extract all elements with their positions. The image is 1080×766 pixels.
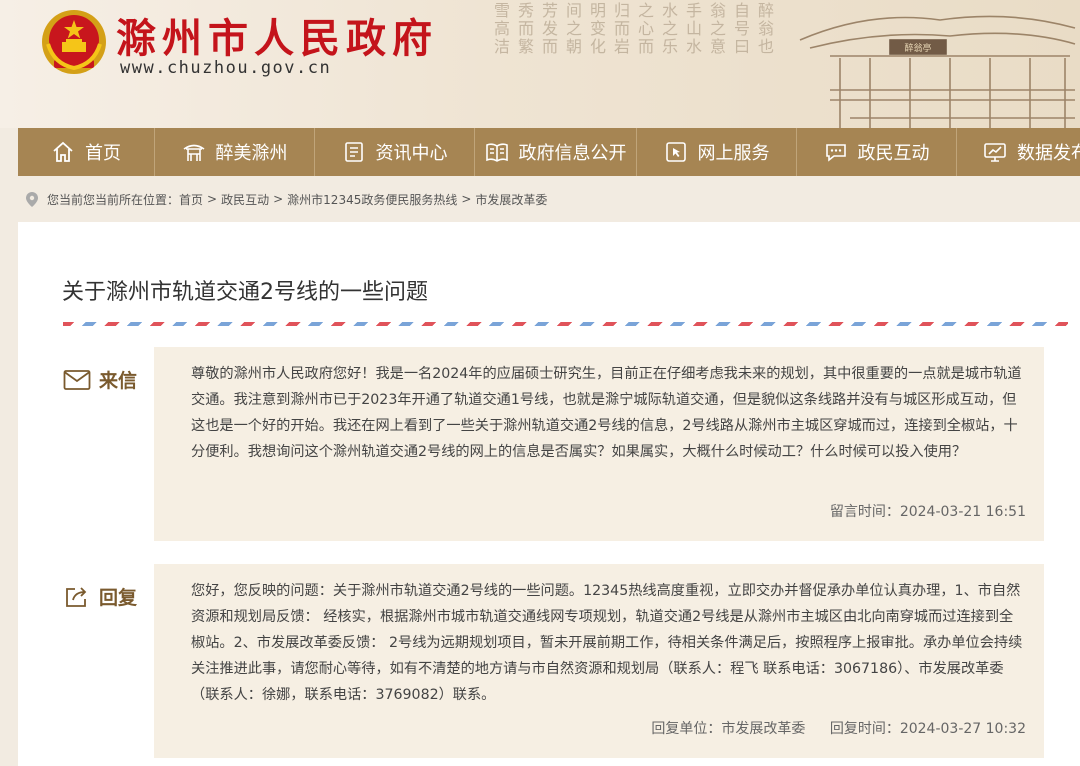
- location-pin-icon: [26, 191, 38, 207]
- breadcrumb: 您当前您当前所在位置： 首页 > 政民互动 > 滁州市12345政务便民服务热线…: [26, 186, 547, 212]
- calligraphy-column: 秀而繁: [518, 1, 535, 56]
- nav-item-interaction[interactable]: 政民互动: [797, 128, 957, 176]
- nav-item-label: 首页: [85, 143, 121, 164]
- page-title: 关于滁州市轨道交通2号线的一些问题: [62, 280, 428, 305]
- breadcrumb-separator: >: [273, 192, 284, 206]
- reply-unit: 市发展改革委: [721, 721, 806, 737]
- nav-item-label: 醉美滁州: [215, 143, 288, 164]
- nav-item-label: 资讯中心: [375, 143, 448, 164]
- calligraphy-column: 水之乐: [662, 1, 679, 56]
- calligraphy-column: 之心而: [638, 1, 655, 56]
- pavilion-icon: [183, 144, 204, 161]
- breadcrumb-link-department[interactable]: 市发展改革委: [475, 191, 547, 208]
- letter-box: 尊敬的滁州市人民政府您好！我是一名2024年的应届硕士研究生，目前正在仔细考虑我…: [154, 347, 1044, 541]
- chat-icon: [825, 144, 846, 162]
- calligraphy-column: 归而岩: [614, 1, 631, 56]
- share-reply-icon: [66, 586, 87, 607]
- nav-item-online-service[interactable]: 网上服务: [637, 128, 797, 176]
- reply-meta: 回复单位：市发展改革委 回复时间：2024-03-27 10:32: [651, 716, 1026, 742]
- content-panel: 关于滁州市轨道交通2号线的一些问题 来信 尊敬的滁州市人民政府您好！我是一名20…: [18, 222, 1080, 766]
- breadcrumb-link-hotline[interactable]: 滁州市12345政务便民服务热线: [287, 191, 457, 208]
- cursor-icon: [665, 142, 686, 162]
- calligraphy-column: 间之朝: [566, 1, 583, 56]
- calligraphy-decoration: 雪高洁 秀而繁 芳发而 间之朝 明变化 归而岩 之心而 水之乐 手山水 翁之意 …: [490, 0, 810, 128]
- national-emblem-icon[interactable]: [40, 8, 108, 76]
- letter-time: 2024-03-21 16:51: [899, 504, 1026, 520]
- envelope-icon: [63, 369, 91, 390]
- nav-item-label: 政民互动: [857, 143, 930, 164]
- nav-item-label: 网上服务: [697, 143, 770, 164]
- reply-content: 您好，您反映的问题：关于滁州市轨道交通2号线的一些问题。12345热线高度重视，…: [191, 583, 1023, 703]
- nav-item-scenery[interactable]: 醉美滁州: [155, 128, 315, 176]
- letter-content: 尊敬的滁州市人民政府您好！我是一名2024年的应届硕士研究生，目前正在仔细考虑我…: [191, 366, 1022, 460]
- reply-label-text: 回复: [99, 587, 138, 609]
- airmail-divider: [63, 322, 1068, 326]
- pavilion-illustration: 醉翁亭: [799, 15, 1076, 128]
- pavilion-plaque-text: 醉翁亭: [904, 42, 931, 54]
- calligraphy-column: 明变化: [590, 1, 607, 56]
- letter-label: 来信: [63, 366, 137, 393]
- reply-unit-label: 回复单位：: [651, 721, 722, 737]
- reply-label: 回复: [63, 583, 137, 610]
- reply-time: 2024-03-27 10:32: [899, 721, 1026, 737]
- calligraphy-column: 醉翁也: [758, 1, 775, 56]
- site-url[interactable]: www.chuzhou.gov.cn: [120, 58, 331, 78]
- site-header: 滁州市人民政府 www.chuzhou.gov.cn 雪高洁 秀而繁 芳发而 间…: [0, 0, 1080, 128]
- site-title[interactable]: 滁州市人民政府: [116, 6, 438, 64]
- calligraphy-column: 翁之意: [710, 1, 727, 56]
- calligraphy-column: 芳发而: [542, 1, 559, 56]
- nav-item-label: 数据发布: [1017, 143, 1080, 164]
- nav-item-gov-info[interactable]: 政府信息公开: [475, 128, 637, 176]
- reply-time-label: 回复时间：: [829, 721, 900, 737]
- letter-time-label: 留言时间：: [829, 504, 900, 520]
- book-icon: [485, 143, 508, 162]
- breadcrumb-separator: >: [207, 192, 218, 206]
- letter-label-text: 来信: [99, 370, 138, 392]
- breadcrumb-prefix: 您当前您当前所在位置：: [47, 192, 180, 207]
- nav-item-news[interactable]: 资讯中心: [315, 128, 475, 176]
- nav-item-data[interactable]: 数据发布: [957, 128, 1080, 176]
- calligraphy-column: 手山水: [686, 1, 703, 56]
- main-nav: 首页 醉美滁州 资讯中心 政府信息公开 网上服务 政民互动 数据发布: [18, 128, 1080, 176]
- reply-box: 您好，您反映的问题：关于滁州市轨道交通2号线的一些问题。12345热线高度重视，…: [154, 564, 1044, 758]
- breadcrumb-link-interaction[interactable]: 政民互动: [221, 191, 269, 208]
- breadcrumb-link-home[interactable]: 首页: [179, 191, 203, 208]
- nav-item-label: 政府信息公开: [518, 143, 627, 164]
- home-icon: [53, 141, 73, 162]
- calligraphy-column: 雪高洁: [494, 1, 511, 56]
- calligraphy-column: 自号曰: [734, 1, 751, 56]
- nav-item-home[interactable]: 首页: [18, 128, 155, 176]
- breadcrumb-separator: >: [461, 192, 472, 206]
- monitor-icon: [984, 143, 1006, 162]
- document-icon: [344, 142, 363, 162]
- letter-meta: 留言时间：2024-03-21 16:51: [830, 499, 1026, 525]
